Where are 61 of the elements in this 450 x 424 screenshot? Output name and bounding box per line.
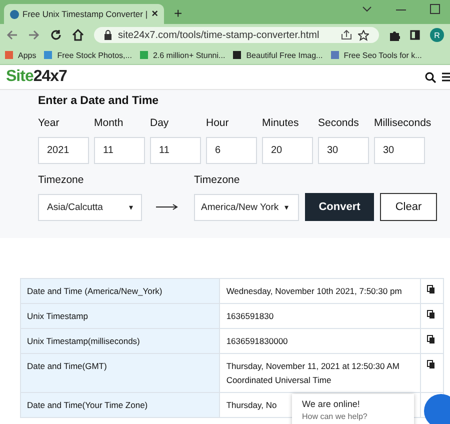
field-label: Day — [150, 117, 170, 129]
table-cell: 1636591830 — [220, 304, 421, 328]
bookmark-item[interactable]: Free Seo Tools for k... — [330, 50, 422, 60]
bookmark-item[interactable]: 2.6 million+ Stunni... — [140, 50, 226, 60]
form-title: Enter a Date and Time — [38, 95, 160, 107]
copy-icon[interactable] — [427, 360, 436, 369]
puzzle-icon[interactable] — [389, 30, 400, 40]
timezone-dropdown[interactable]: America/New York ▾ — [194, 194, 299, 221]
table-cell: Unix Timestamp — [20, 304, 220, 328]
input-field[interactable]: 30 — [374, 137, 425, 164]
chevron-down-icon[interactable] — [362, 5, 372, 13]
table-cell: Date and Time(Your Time Zone) — [20, 392, 220, 418]
input-field[interactable]: 30 — [318, 137, 369, 164]
clear-button[interactable]: Clear — [380, 193, 437, 221]
field-label: Timezone — [194, 174, 241, 186]
reload-icon[interactable] — [50, 29, 62, 41]
table-cell: 1636591830000 — [220, 328, 421, 354]
input-field[interactable]: 2021 — [38, 137, 89, 164]
field-label: Hour — [206, 117, 230, 129]
star-icon[interactable] — [358, 30, 369, 40]
timezone-dropdown[interactable]: Asia/Calcutta ▾ — [38, 194, 142, 221]
input-field[interactable]: 20 — [262, 137, 313, 164]
table-cell: Unix Timestamp(milliseconds) — [20, 328, 220, 354]
address-bar[interactable]: site24x7.com/tools/time-stamp-converter.html — [94, 27, 379, 43]
input-field[interactable]: 6 — [206, 137, 257, 164]
sidebar-icon[interactable] — [410, 30, 420, 40]
copy-icon[interactable] — [427, 310, 436, 319]
input-field[interactable]: 11 — [150, 137, 201, 164]
field-label: Milliseconds — [374, 117, 432, 129]
field-label: Month — [94, 117, 124, 129]
bookmark-item[interactable]: Apps — [5, 50, 36, 60]
field-label: Year — [38, 117, 60, 129]
new-tab-button[interactable]: + — [174, 5, 182, 21]
menu-icon[interactable] — [442, 72, 450, 82]
browser-tab[interactable]: Free Unix Timestamp Converter | × — [4, 4, 164, 24]
field-label: Minutes — [262, 117, 300, 129]
copy-icon[interactable] — [427, 335, 436, 344]
search-icon[interactable] — [425, 72, 436, 82]
table-cell: Date and Time(GMT) — [20, 354, 220, 392]
profile-avatar[interactable]: R — [430, 28, 444, 42]
table-cell: Date and Time (America/New_York) — [20, 278, 220, 304]
share-icon[interactable] — [341, 30, 352, 40]
input-field[interactable]: 11 — [94, 137, 145, 164]
copy-icon[interactable] — [427, 285, 436, 294]
table-cell: Thursday, November 11, 2021 at 12:50:30 AM Coordinated Universal Time — [220, 354, 421, 392]
maximize-icon[interactable] — [430, 4, 440, 14]
back-arrow-icon[interactable] — [6, 29, 18, 41]
table-cell: Wednesday, November 10th 2021, 7:50:30 pm — [220, 278, 421, 304]
forward-arrow-icon[interactable] — [28, 29, 40, 41]
bookmark-item[interactable]: Free Stock Photos,... — [44, 50, 132, 60]
chat-popup[interactable]: We are online! How can we help? — [292, 394, 414, 424]
site-logo[interactable]: Site24x7 — [6, 68, 67, 86]
arrow-right-icon — [156, 204, 178, 210]
field-label: Seconds — [318, 117, 360, 129]
field-label: Timezone — [38, 174, 85, 186]
bookmark-item[interactable]: Beautiful Free Imag... — [233, 50, 323, 60]
tab-title: Free Unix Timestamp Converter | — [22, 9, 148, 19]
home-icon[interactable] — [72, 29, 84, 41]
close-tab-button[interactable]: × — [152, 8, 158, 20]
lock-icon — [104, 30, 112, 40]
convert-button[interactable]: Convert — [305, 193, 374, 221]
